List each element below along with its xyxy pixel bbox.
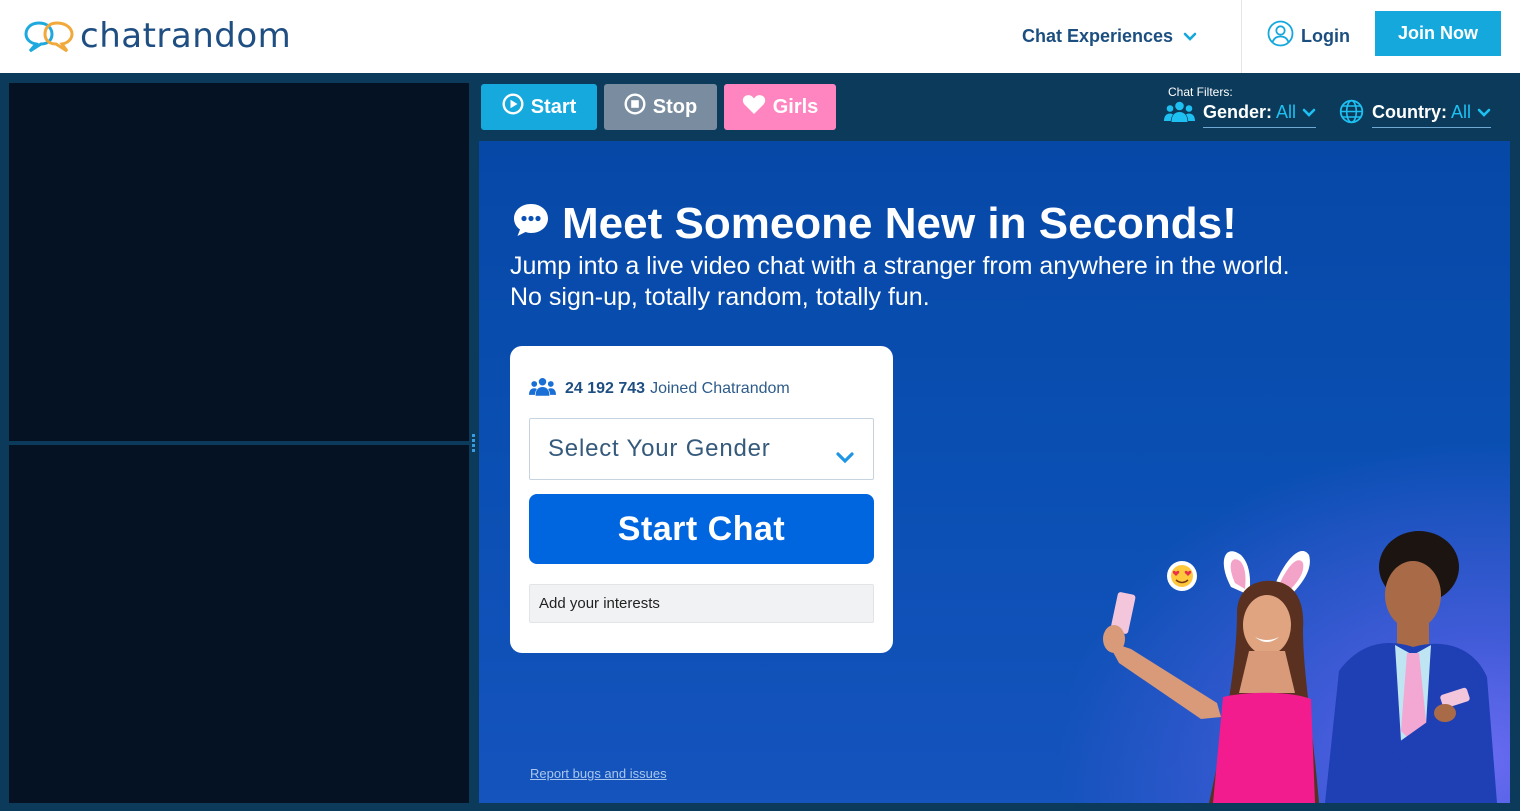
hero-illustration <box>1103 531 1497 803</box>
gender-filter[interactable]: Gender: All <box>1164 100 1317 128</box>
girls-label: Girls <box>772 95 819 118</box>
gender-filter-select[interactable]: Gender: All <box>1203 101 1317 128</box>
man-figure <box>1325 531 1497 803</box>
country-filter-value: All <box>1451 102 1472 122</box>
stop-circle-icon <box>624 93 653 121</box>
stop-label: Stop <box>652 95 698 118</box>
join-now-button[interactable]: Join Now <box>1375 11 1501 56</box>
report-bugs-link[interactable]: Report bugs and issues <box>530 766 667 781</box>
chat-bubble-icon <box>512 199 562 249</box>
stranger-video-panel <box>9 83 469 441</box>
country-filter[interactable]: Country: All <box>1339 99 1492 129</box>
chevron-down-icon <box>1183 26 1197 47</box>
logo[interactable]: chatrandom <box>24 16 291 56</box>
login-label: Login <box>1301 25 1350 46</box>
start-chat-card: 24 192 743 Joined Chatrandom Select Your… <box>510 346 893 653</box>
stop-button[interactable]: Stop <box>604 84 717 130</box>
hero-title: Meet Someone New in Seconds! <box>512 199 1237 249</box>
login-link[interactable]: Login <box>1267 20 1350 52</box>
start-button[interactable]: Start <box>481 84 597 130</box>
start-label: Start <box>530 95 577 118</box>
panel-resize-handle[interactable] <box>471 434 475 452</box>
start-chat-button[interactable]: Start Chat <box>529 494 874 564</box>
site-header: chatrandom Chat Experiences Login Join N… <box>0 0 1520 73</box>
chat-bubbles-logo-icon <box>24 19 74 53</box>
girls-button[interactable]: Girls <box>724 84 836 130</box>
chat-filters-label: Chat Filters: <box>1168 85 1233 99</box>
header-divider <box>1241 0 1242 73</box>
users-icon <box>529 377 565 402</box>
self-video-panel <box>9 445 469 803</box>
play-circle-icon <box>502 93 531 121</box>
chevron-down-icon <box>1477 105 1491 123</box>
gender-select[interactable]: Select Your Gender <box>529 418 874 480</box>
gender-filter-value: All <box>1276 102 1297 122</box>
country-filter-key: Country: <box>1372 102 1447 122</box>
woman-figure <box>1103 550 1319 803</box>
gender-select-label: Select Your Gender <box>548 435 771 462</box>
hero-title-text: Meet Someone New in Seconds! <box>562 199 1237 248</box>
heart-icon <box>742 94 773 121</box>
interests-input[interactable] <box>529 584 874 623</box>
heart-eyes-emoji-icon <box>1167 561 1197 591</box>
joined-text: Joined Chatrandom <box>650 380 790 397</box>
hero-panel: Meet Someone New in Seconds! Jump into a… <box>479 141 1510 803</box>
joined-counter: 24 192 743 Joined Chatrandom <box>529 377 790 402</box>
gender-filter-key: Gender: <box>1203 102 1273 122</box>
joined-count: 24 192 743 <box>565 380 646 397</box>
logo-text: chatrandom <box>80 16 292 56</box>
user-circle-icon <box>1267 20 1301 52</box>
users-icon <box>1164 101 1195 128</box>
chat-experiences-label: Chat Experiences <box>1022 25 1174 46</box>
country-filter-select[interactable]: Country: All <box>1372 101 1492 128</box>
chevron-down-icon <box>835 443 855 471</box>
hero-subtitle: Jump into a live video chat with a stran… <box>510 252 1290 311</box>
chevron-down-icon <box>1302 105 1316 123</box>
chat-experiences-menu[interactable]: Chat Experiences <box>1022 24 1197 48</box>
globe-icon <box>1339 99 1364 129</box>
